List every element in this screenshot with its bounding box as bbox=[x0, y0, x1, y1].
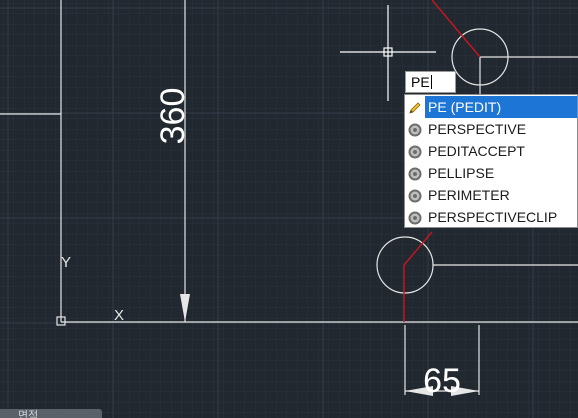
ucs-x-label: X bbox=[114, 307, 124, 324]
pencil-icon bbox=[407, 100, 423, 116]
dimension-vertical-text: 360 bbox=[154, 88, 192, 145]
gear-icon bbox=[407, 144, 423, 160]
status-tag-label: 면적 bbox=[18, 410, 39, 418]
autocomplete-item-label: PERSPECTIVE bbox=[428, 121, 527, 137]
autocomplete-item-perimeter[interactable]: PERIMETER bbox=[405, 184, 577, 206]
ucs-y-label: Y bbox=[61, 254, 71, 271]
autocomplete-item-label: PERSPECTIVECLIP bbox=[428, 209, 558, 225]
autocomplete-item-perspective[interactable]: PERSPECTIVE bbox=[405, 118, 577, 140]
autocomplete-item-pellipse[interactable]: PELLIPSE bbox=[405, 162, 577, 184]
gear-icon bbox=[407, 122, 423, 138]
status-tag[interactable]: 면적 bbox=[0, 409, 102, 418]
gear-icon bbox=[407, 166, 423, 182]
gear-icon bbox=[407, 188, 423, 204]
autocomplete-item-label: PELLIPSE bbox=[428, 165, 495, 181]
gear-icon bbox=[407, 210, 423, 226]
autocomplete-item-label: PE (PEDIT) bbox=[425, 96, 577, 118]
autocomplete-item-label: PEDITACCEPT bbox=[428, 143, 525, 159]
command-input-text: PE bbox=[411, 74, 430, 90]
autocomplete-item-perspectiveclip[interactable]: PERSPECTIVECLIP bbox=[405, 206, 577, 228]
drawing-viewport[interactable]: 360 65 Y X PE PE (PEDIT) PERSPECTIVE PED… bbox=[0, 0, 578, 418]
autocomplete-item-label: PERIMETER bbox=[428, 187, 510, 203]
command-input[interactable]: PE bbox=[405, 71, 456, 93]
autocomplete-item-pe-pedit[interactable]: PE (PEDIT) bbox=[405, 96, 577, 118]
dimension-horizontal-text: 65 bbox=[423, 362, 461, 400]
autocomplete-list[interactable]: PE (PEDIT) PERSPECTIVE PEDITACCEPT PELLI… bbox=[404, 94, 578, 228]
text-caret bbox=[430, 75, 432, 89]
autocomplete-item-peditaccept[interactable]: PEDITACCEPT bbox=[405, 140, 577, 162]
